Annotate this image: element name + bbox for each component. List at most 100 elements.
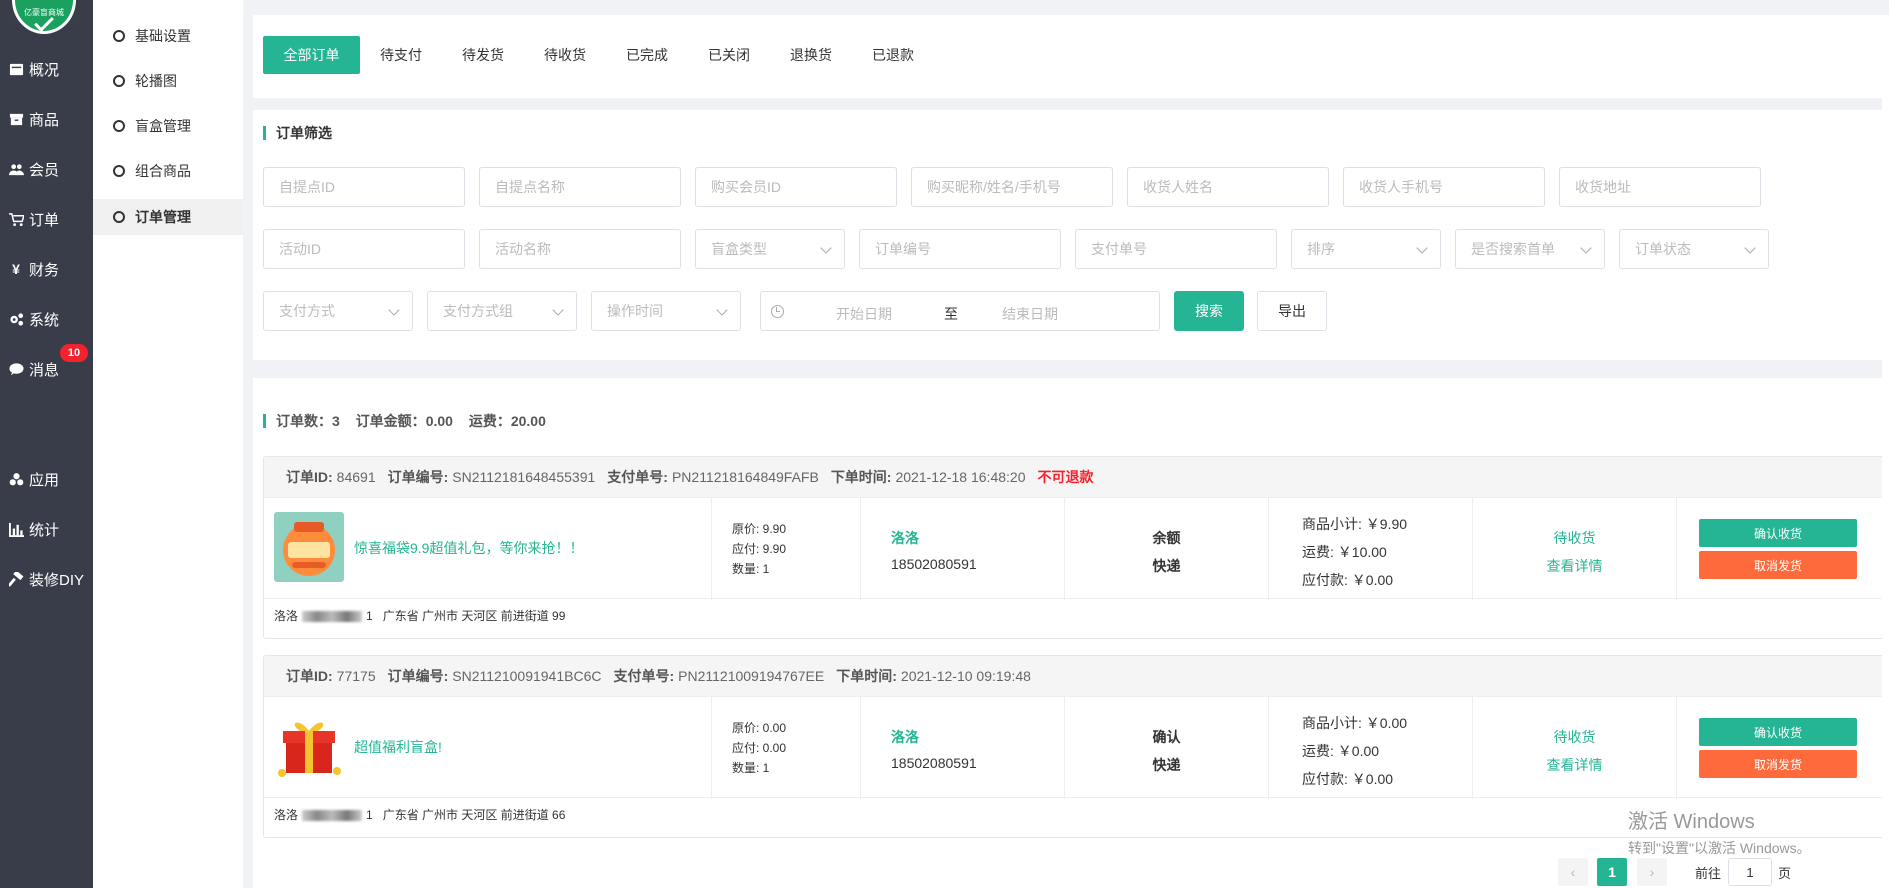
chevron-down-icon <box>552 304 564 316</box>
pickup-name-input[interactable]: 自提点名称 <box>479 167 681 207</box>
date-range-picker[interactable]: 开始日期 至 结束日期 <box>760 291 1160 331</box>
sort-select[interactable]: 排序 <box>1291 229 1441 269</box>
sidebar-item-orders[interactable]: 订单 <box>0 204 93 234</box>
order-status: 待收货 <box>1553 530 1596 546</box>
order-no-input[interactable]: 订单编号 <box>859 229 1061 269</box>
view-detail-link[interactable]: 查看详情 <box>1473 556 1676 576</box>
apps-icon <box>8 471 24 487</box>
goods-cell: 惊喜福袋9.9超值礼包，等你来抢！！ <box>264 498 711 600</box>
status-cell: 待收货 查看详情 <box>1472 498 1676 600</box>
tab-completed[interactable]: 已完成 <box>606 36 688 74</box>
submenu-item-basic-settings[interactable]: 基础设置 <box>93 18 243 54</box>
sidebar-item-overview[interactable]: 概况 <box>0 54 93 84</box>
operate-time-select[interactable]: 操作时间 <box>591 291 741 331</box>
order-id: 77175 <box>336 668 376 684</box>
vertical-scrollbar[interactable] <box>1882 15 1889 888</box>
submenu-item-order-management[interactable]: 订单管理 <box>93 199 243 235</box>
filter-title: 订单筛选 <box>263 126 332 140</box>
order-status-tabs: 全部订单 待支付 待发货 待收货 已完成 已关闭 退换货 已退款 <box>253 15 1889 98</box>
tab-returns[interactable]: 退换货 <box>770 36 852 74</box>
status-cell: 待收货 查看详情 <box>1472 697 1676 799</box>
submenu-item-combo-goods[interactable]: 组合商品 <box>93 153 243 189</box>
receiver-name-input[interactable]: 收货人姓名 <box>1127 167 1329 207</box>
goods-name-link[interactable]: 惊喜福袋9.9超值礼包，等你来抢！！ <box>354 538 583 558</box>
sidebar-item-members[interactable]: 会员 <box>0 154 93 184</box>
cart-icon <box>8 211 24 227</box>
confirm-receipt-button[interactable]: 确认收货 <box>1699 519 1857 547</box>
date-separator: 至 <box>944 306 958 322</box>
chevron-down-icon <box>820 242 832 254</box>
activity-id-input[interactable]: 活动ID <box>263 229 465 269</box>
page-number-current[interactable]: 1 <box>1597 858 1627 886</box>
submenu-item-blindbox[interactable]: 盲盒管理 <box>93 108 243 144</box>
member-id-input[interactable]: 购买会员ID <box>695 167 897 207</box>
sidebar-item-finance[interactable]: ¥ 财务 <box>0 254 93 284</box>
pickup-id-input[interactable]: 自提点ID <box>263 167 465 207</box>
buyer-name-link[interactable]: 洛洛 <box>891 528 919 548</box>
activity-name-input[interactable]: 活动名称 <box>479 229 681 269</box>
clock-icon <box>771 305 784 318</box>
price-cell: 原价: 9.90 应付: 9.90 数量: 1 <box>711 498 860 600</box>
sidebar-item-diy[interactable]: 装修DIY <box>0 564 93 594</box>
sidebar-item-system[interactable]: 系统 <box>0 304 93 334</box>
shipping-address: 洛洛 1 广东省 广州市 天河区 前进街道 99 <box>274 609 566 623</box>
yen-icon: ¥ <box>12 261 20 277</box>
end-date-input[interactable]: 结束日期 <box>1002 304 1058 324</box>
blindbox-type-select[interactable]: 盲盒类型 <box>695 229 845 269</box>
buyer-cell: 洛洛 18502080591 <box>860 697 1064 799</box>
buyer-cell: 洛洛 18502080591 <box>860 498 1064 600</box>
cancel-shipment-button[interactable]: 取消发货 <box>1699 551 1857 579</box>
order-time: 2021-12-10 09:19:48 <box>900 668 1031 684</box>
first-order-select[interactable]: 是否搜索首单 <box>1455 229 1605 269</box>
tab-pending-receipt[interactable]: 待收货 <box>524 36 606 74</box>
order-freight: 运费：20.00 <box>468 413 546 429</box>
pay-no-input[interactable]: 支付单号 <box>1075 229 1277 269</box>
order-amount: 订单金额：0.00 <box>355 413 453 429</box>
sidebar-item-goods[interactable]: 商品 <box>0 104 93 134</box>
goods-thumbnail[interactable] <box>274 512 344 582</box>
chevron-down-icon <box>388 304 400 316</box>
goods-name-link[interactable]: 超值福利盲盒! <box>354 737 442 757</box>
main-sidebar: 亿豪盲商城 概况 商品 会员 订单 ¥ 财务 系统 消息 10 应用 统计 装修… <box>0 0 93 888</box>
receiver-address-input[interactable]: 收货地址 <box>1559 167 1761 207</box>
order-time: 2021-12-18 16:48:20 <box>895 469 1026 485</box>
start-date-input[interactable]: 开始日期 <box>836 304 892 324</box>
payment-cell: 确认 快递 <box>1064 697 1268 799</box>
order-card: 订单ID: 84691 订单编号: SN2112181648455391 支付单号:… <box>263 456 1889 639</box>
box-icon <box>8 111 24 127</box>
tab-pending-payment[interactable]: 待支付 <box>360 36 442 74</box>
cancel-shipment-button[interactable]: 取消发货 <box>1699 750 1857 778</box>
goto-page-input[interactable]: 1 <box>1728 858 1772 886</box>
order-summary: 订单数：3 订单金额：0.00 运费：20.00 <box>263 414 558 428</box>
sidebar-item-statistics[interactable]: 统计 <box>0 514 93 544</box>
chevron-down-icon <box>716 304 728 316</box>
buyer-name-link[interactable]: 洛洛 <box>891 727 919 747</box>
sub-menu: 基础设置 轮播图 盲盒管理 组合商品 订单管理 <box>93 0 243 888</box>
tab-closed[interactable]: 已关闭 <box>688 36 770 74</box>
buyer-phone: 18502080591 <box>891 556 977 572</box>
prev-page-button[interactable]: ‹ <box>1558 858 1588 886</box>
app-logo[interactable]: 亿豪盲商城 <box>12 0 76 34</box>
tab-refunded[interactable]: 已退款 <box>852 36 934 74</box>
tab-pending-shipment[interactable]: 待发货 <box>442 36 524 74</box>
no-refund-flag: 不可退款 <box>1037 469 1094 485</box>
buyer-search-input[interactable]: 购买昵称/姓名/手机号 <box>911 167 1113 207</box>
view-detail-link[interactable]: 查看详情 <box>1473 755 1676 775</box>
goods-thumbnail[interactable] <box>274 711 344 781</box>
order-id: 84691 <box>336 469 376 485</box>
pay-method-select[interactable]: 支付方式 <box>263 291 413 331</box>
search-button[interactable]: 搜索 <box>1174 291 1244 331</box>
submenu-item-carousel[interactable]: 轮播图 <box>93 63 243 99</box>
receiver-phone-input[interactable]: 收货人手机号 <box>1343 167 1545 207</box>
pay-method-group-select[interactable]: 支付方式组 <box>427 291 577 331</box>
tab-all-orders[interactable]: 全部订单 <box>263 36 360 74</box>
next-page-button[interactable]: › <box>1637 858 1667 886</box>
confirm-receipt-button[interactable]: 确认收货 <box>1699 718 1857 746</box>
hammer-icon <box>8 571 24 587</box>
order-header: 订单ID: 77175 订单编号: SN211210091941BC6C 支付单号:… <box>264 656 1889 696</box>
export-button[interactable]: 导出 <box>1257 291 1327 331</box>
masked-phone <box>302 810 363 822</box>
order-status-select[interactable]: 订单状态 <box>1619 229 1769 269</box>
sidebar-item-apps[interactable]: 应用 <box>0 464 93 494</box>
circle-icon <box>113 75 125 87</box>
